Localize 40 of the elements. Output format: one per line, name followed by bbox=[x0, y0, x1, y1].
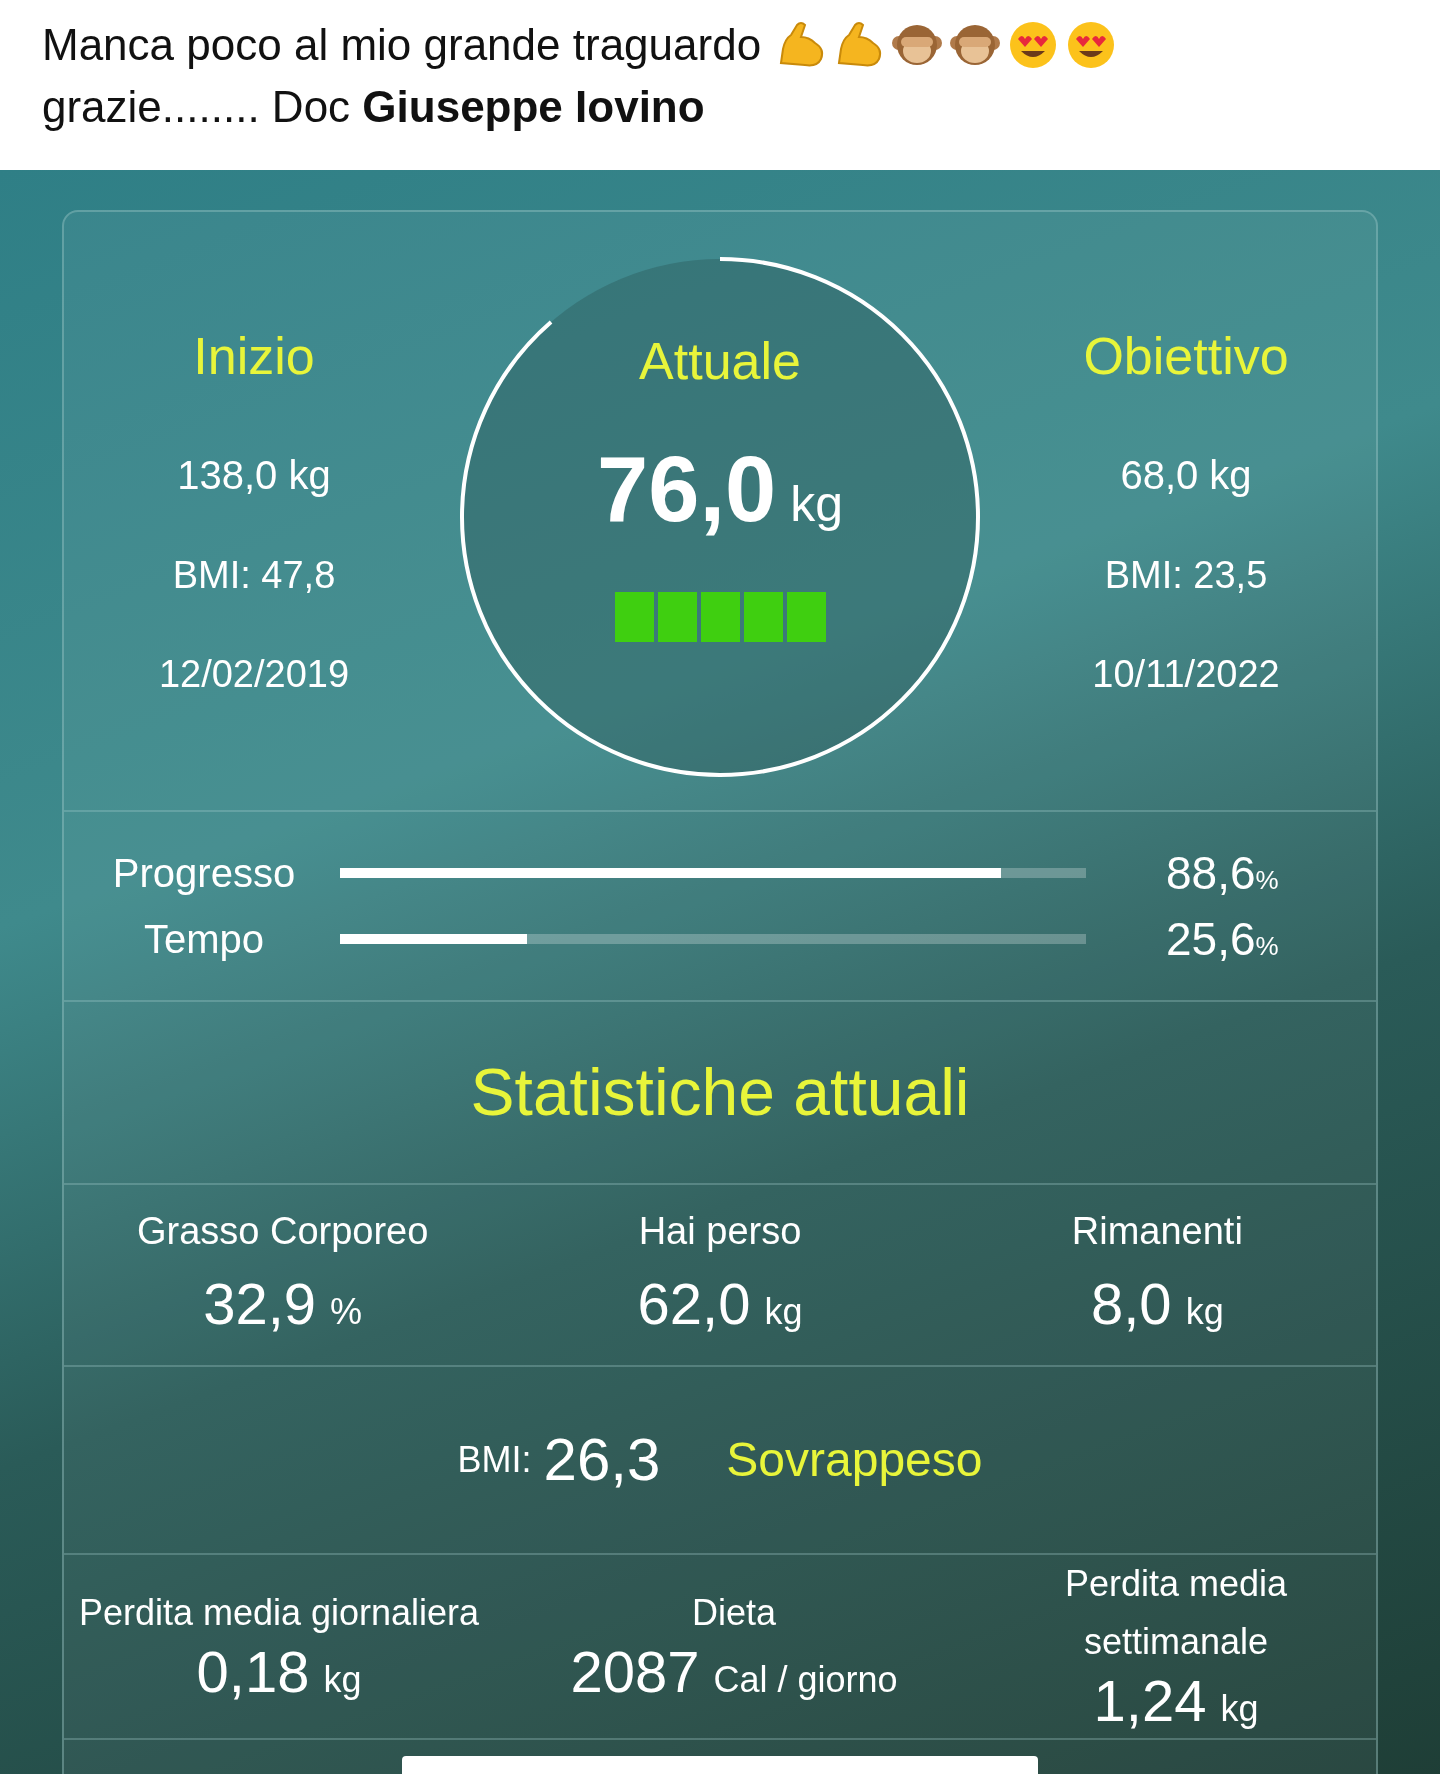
bmi-label: BMI: bbox=[457, 1438, 532, 1482]
average-value: 1,24 bbox=[1093, 1671, 1207, 1731]
column-title: Attuale bbox=[639, 331, 801, 392]
column-title: Inizio bbox=[193, 326, 315, 387]
stat-value: 32,9 bbox=[203, 1270, 317, 1338]
unit-text: kg bbox=[1220, 1687, 1259, 1731]
weight-text: 68,0 kg bbox=[1120, 452, 1252, 499]
stat-value: 8,0 bbox=[1091, 1270, 1172, 1338]
average-value: 0,18 bbox=[196, 1642, 310, 1702]
post-text: grazie........ Doc Giuseppe Iovino bbox=[42, 82, 705, 131]
stat-label: Grasso Corporeo bbox=[136, 1209, 429, 1254]
unit-text: kg bbox=[323, 1658, 362, 1702]
bmi-text: BMI: 47,8 bbox=[172, 553, 336, 598]
unit-text: % bbox=[330, 1290, 363, 1334]
unit-text: Cal / giorno bbox=[713, 1658, 898, 1702]
stat-label: Rimanenti bbox=[1071, 1209, 1243, 1254]
bmi-text: BMI: 23,5 bbox=[1104, 553, 1268, 598]
percent-sign: % bbox=[1255, 930, 1279, 963]
progress-label: Progresso bbox=[111, 850, 297, 897]
unit-text: kg bbox=[790, 475, 843, 534]
stat-label: Hai perso bbox=[638, 1209, 802, 1254]
percent-sign: % bbox=[1255, 864, 1279, 897]
weight-text: 138,0 kg bbox=[177, 452, 331, 499]
current-weight: 76,0 bbox=[597, 437, 777, 542]
unit-text: kg bbox=[1185, 1290, 1224, 1334]
bmi-category: Sovrappeso bbox=[726, 1432, 983, 1488]
average-label: Dieta bbox=[691, 1591, 776, 1635]
unit-text: kg bbox=[764, 1290, 803, 1334]
average-label: Perdita media giornaliera bbox=[78, 1591, 480, 1635]
average-value: 2087 bbox=[570, 1642, 700, 1702]
date-text: 10/11/2022 bbox=[1092, 652, 1280, 697]
percent-value: 25,6 bbox=[1166, 911, 1256, 967]
bmi-value: 26,3 bbox=[543, 1425, 661, 1495]
progress-label: Tempo bbox=[142, 916, 266, 963]
stat-value: 62,0 bbox=[637, 1270, 751, 1338]
date-text: 12/02/2019 bbox=[158, 652, 350, 697]
section-title: Statistiche attuali bbox=[470, 1054, 970, 1131]
post-text: Manca poco al mio grande traguardo bbox=[42, 19, 762, 71]
percent-value: 88,6 bbox=[1166, 845, 1256, 901]
column-title: Obiettivo bbox=[1083, 326, 1289, 387]
